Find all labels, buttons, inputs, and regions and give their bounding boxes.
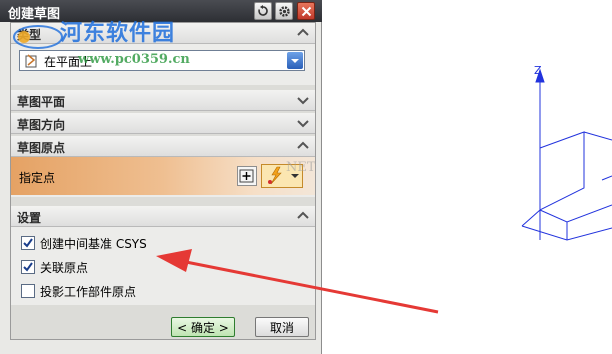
watermark-overlay: NET — [286, 160, 316, 175]
site-logo-icon — [13, 25, 63, 49]
watermark-site-name: 河东软件园 — [60, 21, 176, 46]
watermark-site-url: www.pc0359.cn — [78, 52, 190, 67]
